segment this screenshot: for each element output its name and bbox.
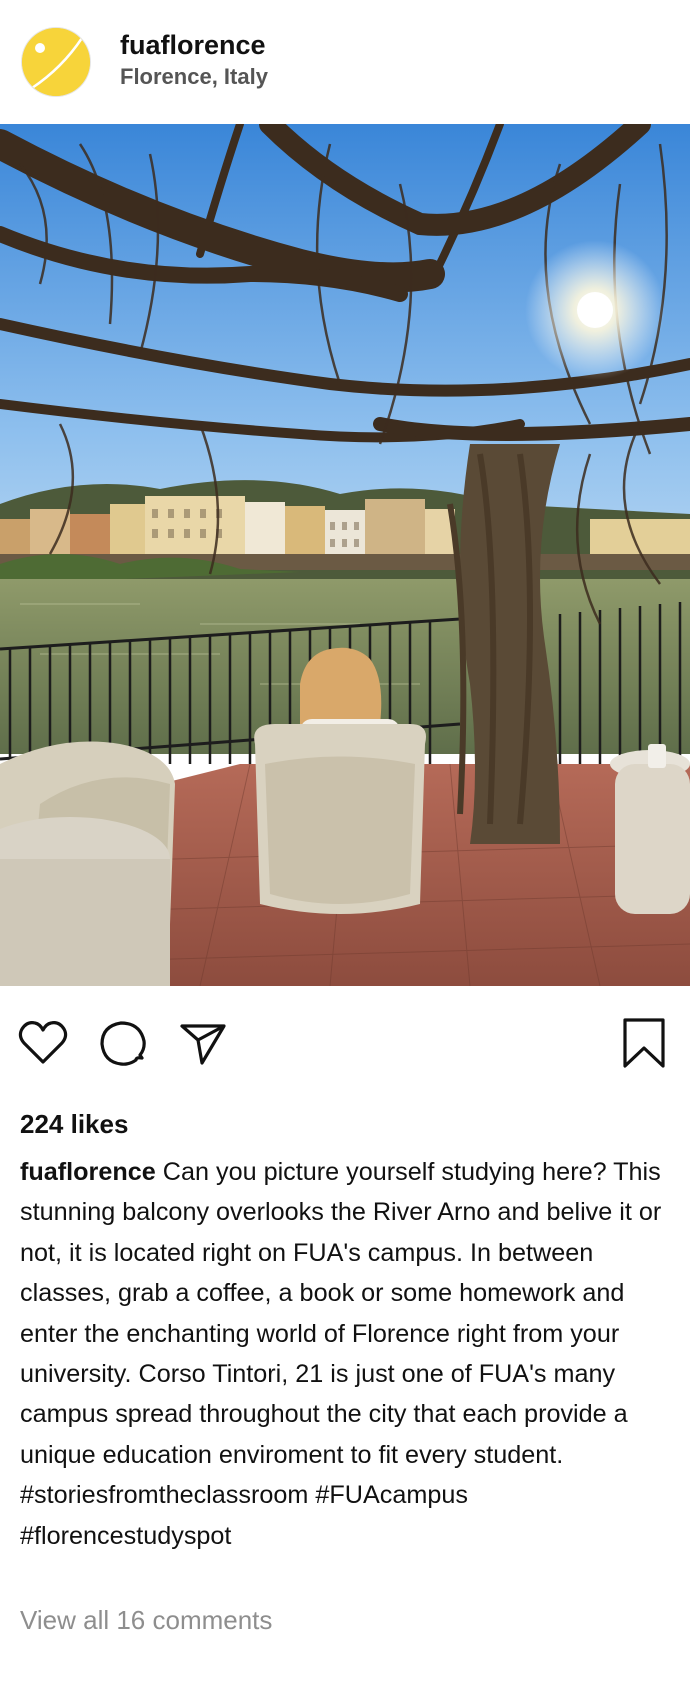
user-block: fuaflorence Florence, Italy: [120, 28, 268, 92]
location[interactable]: Florence, Italy: [120, 62, 268, 92]
save-button[interactable]: [617, 1016, 671, 1070]
caption-text: Can you picture yourself studying here? …: [20, 1158, 662, 1469]
share-button[interactable]: [176, 1016, 230, 1070]
post-photo[interactable]: [0, 124, 690, 986]
likes-count[interactable]: 224 likes: [20, 1106, 128, 1142]
comment-icon: [100, 1021, 146, 1066]
hashtag-list: #storiesfromtheclassroom #FUAcampus #flo…: [20, 1481, 468, 1549]
balcony-photo: [0, 124, 690, 986]
comment-button[interactable]: [96, 1016, 150, 1070]
like-button[interactable]: [16, 1016, 70, 1070]
avatar[interactable]: [22, 28, 90, 96]
heart-icon: [18, 1021, 68, 1064]
instagram-post: fuaflorence Florence, Italy 224 likes fu…: [0, 0, 690, 1682]
post-header: fuaflorence Florence, Italy: [0, 0, 690, 124]
hashtag[interactable]: #FUAcampus: [315, 1481, 468, 1509]
bookmark-icon: [623, 1018, 665, 1068]
hashtag[interactable]: #florencestudyspot: [20, 1522, 231, 1550]
caption-username[interactable]: fuaflorence: [20, 1158, 156, 1186]
username[interactable]: fuaflorence: [120, 28, 268, 62]
caption: fuaflorence Can you picture yourself stu…: [20, 1152, 670, 1556]
view-comments-link[interactable]: View all 16 comments: [20, 1602, 272, 1638]
action-bar: [0, 1010, 690, 1076]
tennis-ball-logo-icon: [22, 28, 90, 96]
hashtag[interactable]: #storiesfromtheclassroom: [20, 1481, 308, 1509]
send-icon: [180, 1024, 226, 1065]
